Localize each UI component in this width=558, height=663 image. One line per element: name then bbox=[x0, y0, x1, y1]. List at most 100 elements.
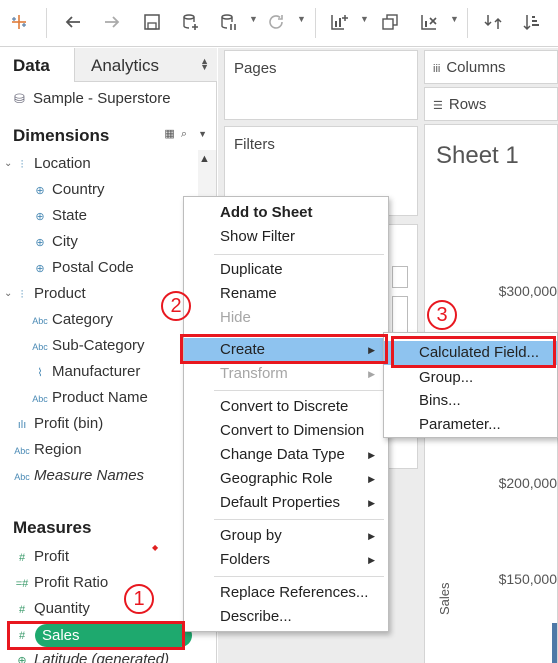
measure-profit-ratio[interactable]: =# Profit Ratio bbox=[13, 571, 108, 595]
columns-icon: iii bbox=[433, 63, 441, 75]
menu-item-label: Rename bbox=[220, 285, 277, 302]
refresh-icon[interactable] bbox=[265, 12, 287, 34]
columns-shelf[interactable]: iii Columns bbox=[424, 50, 558, 84]
annotation-box-calculated-field bbox=[391, 336, 556, 368]
dimension-profit-bin[interactable]: ılı Profit (bin) bbox=[13, 412, 103, 436]
dimension-region[interactable]: Abc Region bbox=[13, 438, 82, 462]
dimension-label: Country bbox=[52, 181, 105, 198]
dimension-label: Region bbox=[34, 441, 82, 458]
dimension-state[interactable]: ⊕ State bbox=[31, 204, 87, 228]
swap-icon[interactable] bbox=[482, 12, 504, 34]
chevron-down-icon[interactable]: ▼ bbox=[249, 14, 258, 24]
abc-icon: Abc bbox=[32, 342, 48, 352]
menu-item-describe[interactable]: Describe... bbox=[184, 605, 388, 629]
globe-icon: ⊕ bbox=[35, 185, 45, 197]
dimension-label: Postal Code bbox=[52, 259, 134, 276]
annotation-box-create bbox=[180, 334, 388, 364]
pages-title: Pages bbox=[234, 60, 277, 77]
menu-separator bbox=[214, 576, 384, 577]
tab-analytics-label: Analytics bbox=[91, 56, 160, 75]
submenu-arrow-icon: ▶ bbox=[368, 369, 375, 379]
menu-separator bbox=[214, 254, 384, 255]
submenu-item-label: Group... bbox=[419, 369, 474, 386]
menu-item-convert-to-discrete[interactable]: Convert to Discrete bbox=[184, 395, 388, 419]
y-axis-title: Sales bbox=[437, 582, 452, 615]
collapse-location-icon[interactable]: ⌄ bbox=[4, 158, 12, 169]
dimensions-header: Dimensions ▦ ⌕ ▼ bbox=[0, 121, 217, 151]
menu-item-show-filter[interactable]: Show Filter bbox=[184, 225, 388, 249]
submenu-item-parameter[interactable]: Parameter... bbox=[384, 413, 557, 437]
menu-item-default-properties[interactable]: Default Properties ▶ bbox=[184, 491, 388, 515]
toolbar-separator bbox=[46, 8, 47, 38]
mark-type-dropdown[interactable] bbox=[392, 266, 408, 288]
duplicate-icon[interactable] bbox=[379, 12, 401, 34]
dimension-measure-names[interactable]: Abc Measure Names bbox=[13, 464, 144, 488]
undo-icon[interactable] bbox=[62, 12, 84, 34]
measure-latitude[interactable]: ⊕ Latitude (generated) bbox=[13, 648, 169, 663]
abc-icon: Abc bbox=[32, 394, 48, 404]
calculated-number-icon: =# bbox=[15, 578, 29, 590]
redo-icon[interactable] bbox=[101, 12, 123, 34]
submenu-item-bins[interactable]: Bins... bbox=[384, 389, 557, 413]
menu-item-add-to-sheet[interactable]: Add to Sheet bbox=[184, 201, 388, 225]
toolbar: ▼ ▼ ▼ ▼ bbox=[0, 0, 558, 47]
measure-profit[interactable]: # Profit bbox=[13, 545, 69, 569]
menu-item-group-by[interactable]: Group by ▶ bbox=[184, 524, 388, 548]
tableau-logo-icon[interactable] bbox=[8, 12, 30, 34]
dimension-manufacturer[interactable]: ⌇ Manufacturer bbox=[31, 360, 140, 384]
rows-icon: ☰ bbox=[433, 100, 443, 112]
dimension-category[interactable]: Abc Category bbox=[31, 308, 113, 332]
pause-updates-icon[interactable] bbox=[217, 12, 239, 34]
scroll-up-icon[interactable]: ▲ bbox=[199, 153, 210, 165]
menu-item-duplicate[interactable]: Duplicate bbox=[184, 258, 388, 282]
clear-sheet-icon[interactable] bbox=[418, 12, 440, 34]
search-icon[interactable]: ⌕ bbox=[181, 128, 187, 140]
menu-item-rename[interactable]: Rename bbox=[184, 282, 388, 306]
menu-item-folders[interactable]: Folders ▶ bbox=[184, 548, 388, 572]
datasource-item[interactable]: ⛁ Sample - Superstore bbox=[14, 90, 171, 107]
marks-control[interactable] bbox=[392, 296, 408, 336]
tab-analytics[interactable]: Analytics ▲ ▼ bbox=[74, 48, 217, 82]
tab-data[interactable]: Data bbox=[0, 48, 74, 82]
rows-shelf[interactable]: ☰ Rows bbox=[424, 87, 558, 121]
save-icon[interactable] bbox=[141, 12, 163, 34]
submenu-item-label: Bins... bbox=[419, 392, 461, 409]
dimension-country[interactable]: ⊕ Country bbox=[31, 178, 105, 202]
chevron-down-icon[interactable]: ▼ bbox=[450, 14, 459, 24]
dimension-city[interactable]: ⊕ City bbox=[31, 230, 77, 254]
collapse-product-icon[interactable]: ⌄ bbox=[4, 288, 12, 299]
chevron-down-icon[interactable]: ▼ bbox=[297, 14, 306, 24]
pages-card[interactable]: Pages bbox=[224, 50, 418, 120]
menu-item-label: Show Filter bbox=[220, 228, 296, 245]
view-list-icon[interactable]: ▦ bbox=[164, 128, 174, 140]
menu-item-replace-references[interactable]: Replace References... bbox=[184, 581, 388, 605]
menu-item-change-data-type[interactable]: Change Data Type ▶ bbox=[184, 443, 388, 467]
menu-item-geographic-role[interactable]: Geographic Role ▶ bbox=[184, 467, 388, 491]
menu-item-hide: Hide bbox=[184, 306, 388, 330]
bin-icon: ılı bbox=[17, 419, 27, 431]
measure-quantity[interactable]: # Quantity bbox=[13, 597, 90, 621]
sort-ascending-icon[interactable] bbox=[520, 12, 542, 34]
menu-item-label: Add to Sheet bbox=[220, 204, 313, 221]
chevron-down-icon[interactable]: ▼ bbox=[360, 14, 369, 24]
dimension-postal-code[interactable]: ⊕ Postal Code bbox=[31, 256, 134, 280]
new-worksheet-icon[interactable] bbox=[328, 12, 350, 34]
dimension-product-name[interactable]: Abc Product Name bbox=[31, 386, 148, 410]
dimension-product[interactable]: ⫶ Product bbox=[13, 282, 86, 306]
toolbar-separator bbox=[315, 8, 316, 38]
chart-bar[interactable] bbox=[552, 623, 557, 663]
up-down-arrows-icon[interactable]: ▲ ▼ bbox=[200, 57, 209, 72]
new-datasource-icon[interactable] bbox=[179, 12, 201, 34]
chevron-down-icon[interactable]: ▼ bbox=[198, 129, 207, 139]
submenu-item-group[interactable]: Group... bbox=[384, 366, 557, 390]
number-icon: # bbox=[18, 552, 26, 564]
dimension-sub-category[interactable]: Abc Sub-Category bbox=[31, 334, 144, 358]
measure-label: Latitude (generated) bbox=[34, 651, 170, 663]
submenu-arrow-icon: ▶ bbox=[368, 474, 375, 484]
submenu-arrow-icon: ▶ bbox=[368, 498, 375, 508]
menu-item-convert-to-dimension[interactable]: Convert to Dimension bbox=[184, 419, 388, 443]
menu-item-label: Convert to Dimension bbox=[220, 422, 365, 439]
marker-dot: ◆ bbox=[152, 543, 159, 552]
dimension-location[interactable]: ⫶ Location bbox=[13, 152, 91, 176]
menu-item-label: Default Properties bbox=[220, 494, 341, 511]
